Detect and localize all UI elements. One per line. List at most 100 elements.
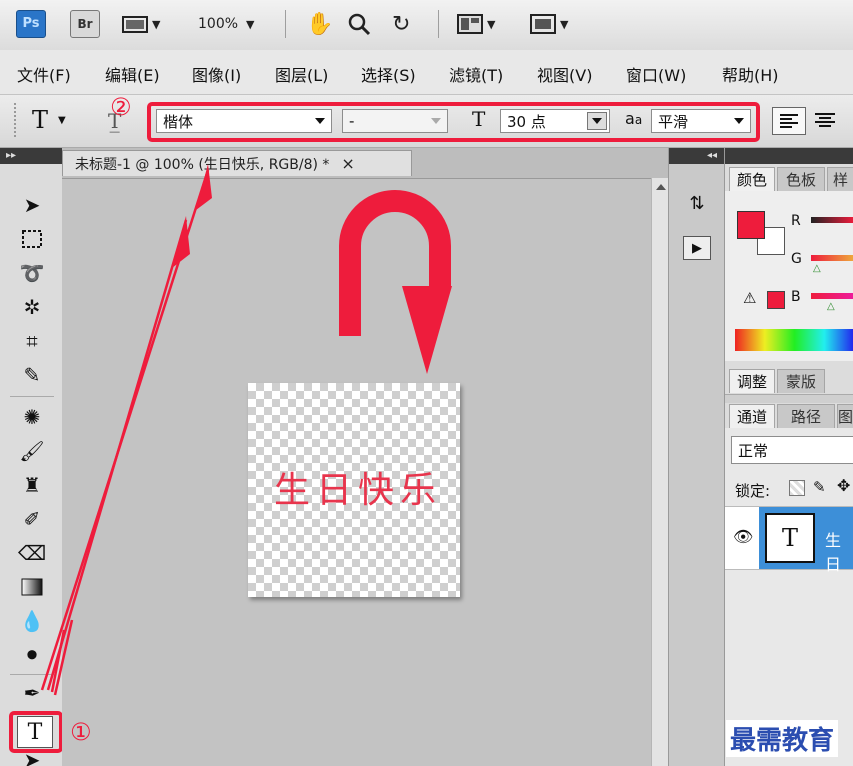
separator xyxy=(438,10,439,38)
photoshop-logo: Ps xyxy=(16,10,46,38)
antialias-glyph-sub: a xyxy=(634,113,643,127)
tab-color[interactable]: 颜色 xyxy=(729,167,775,191)
tool-preset-picker[interactable]: T ▼ xyxy=(32,103,66,137)
chevron-down-icon: ▼ xyxy=(487,17,496,31)
channel-b-label: B xyxy=(791,289,801,305)
antialias-icon: a a xyxy=(625,109,642,128)
chevron-down-icon: ▼ xyxy=(560,17,569,31)
zoom-level: 100% xyxy=(198,16,239,32)
play-icon: ▶ xyxy=(692,240,702,256)
antialias-dropdown[interactable]: 平滑 xyxy=(651,109,751,133)
path-selection-tool[interactable]: ➤ xyxy=(14,754,50,766)
menu-view[interactable]: 视图(V) xyxy=(537,62,592,86)
arrange-documents-button[interactable]: ▼ xyxy=(457,10,495,38)
antialias-value: 平滑 xyxy=(658,112,689,131)
transparent-canvas[interactable]: 生日快乐 xyxy=(248,383,460,597)
path-selection-icon: ➤ xyxy=(23,754,41,766)
gamut-warning-icon[interactable]: ⚠ xyxy=(743,289,756,307)
zoom-level-dropdown[interactable]: 100% ▼ xyxy=(198,10,255,38)
tab-channels[interactable]: 通道 xyxy=(729,404,775,428)
tab-swatches[interactable]: 色板 xyxy=(777,167,825,191)
film-icon xyxy=(122,16,148,33)
chevron-down-icon: ▼ xyxy=(246,17,255,31)
antialias-glyph: a xyxy=(625,109,635,128)
slider-thumb-icon[interactable]: △ xyxy=(827,301,835,312)
menu-filter[interactable]: 滤镜(T) xyxy=(449,62,503,86)
history-icon: ⇅ xyxy=(689,192,705,214)
menu-edit[interactable]: 编辑(E) xyxy=(105,62,160,86)
foreground-color-swatch[interactable] xyxy=(737,211,765,239)
screen-mode-icon xyxy=(530,14,556,34)
blend-mode-dropdown[interactable]: 正常 xyxy=(731,436,853,464)
lock-transparency-icon[interactable] xyxy=(789,480,805,496)
bar-grip[interactable] xyxy=(14,103,16,139)
panel-icon-strip: ◂◂ ⇅ ▶ xyxy=(668,148,725,766)
separator xyxy=(285,10,286,38)
channel-g-slider[interactable] xyxy=(811,255,853,261)
lock-position-icon[interactable]: ✥ xyxy=(837,476,850,495)
align-left-icon xyxy=(780,114,798,128)
panel-separator xyxy=(725,394,853,403)
scroll-up-icon[interactable] xyxy=(655,184,666,190)
channel-b-slider[interactable] xyxy=(811,293,853,299)
align-center-button[interactable] xyxy=(810,107,840,135)
font-style-value: - xyxy=(349,112,355,130)
vertical-scrollbar[interactable] xyxy=(651,178,669,766)
pointer-arrows-annotation xyxy=(40,164,212,696)
strip-collapse-header[interactable]: ◂◂ xyxy=(669,148,725,164)
color-spectrum-bar[interactable] xyxy=(735,329,853,351)
watermark-text: 最需教育 xyxy=(726,720,839,757)
tab-paths[interactable]: 路径 xyxy=(777,404,835,428)
chevron-down-icon: ▼ xyxy=(58,114,66,126)
eye-visibility-icon[interactable]: 👁 xyxy=(733,527,753,546)
slider-thumb-icon[interactable]: △ xyxy=(813,263,821,274)
panel-dock: 颜色 色板 样 R G △ ⚠ B △ 调整 蒙版 通道 路径 图 正常 锁定:… xyxy=(724,148,853,766)
menu-window[interactable]: 窗口(W) xyxy=(626,62,686,86)
arrange-icon xyxy=(457,14,483,34)
font-size-icon: T xyxy=(472,107,486,131)
chevron-down-icon: ▼ xyxy=(152,17,161,31)
screen-mode-button[interactable]: ▼ xyxy=(530,10,568,38)
view-extras-button[interactable]: ▼ xyxy=(122,10,160,38)
channel-r-label: R xyxy=(791,213,801,229)
canvas-text-layer[interactable]: 生日快乐 xyxy=(274,461,442,513)
layer-thumbnail[interactable]: T xyxy=(765,513,815,563)
magnifier-icon xyxy=(348,13,371,36)
menu-help[interactable]: 帮助(H) xyxy=(722,62,779,86)
rotate-view-button[interactable]: ↻ xyxy=(392,10,410,38)
panel-dock-header xyxy=(725,148,853,164)
history-panel-button[interactable]: ⇅ xyxy=(683,190,711,216)
close-tab-icon[interactable]: × xyxy=(341,154,354,173)
step-1-marker: ① xyxy=(70,718,92,746)
zoom-tool-button[interactable] xyxy=(347,10,371,38)
tab-layers[interactable]: 图 xyxy=(837,404,853,428)
hand-tool-button[interactable]: ✋ xyxy=(306,10,333,38)
channel-r-slider[interactable] xyxy=(811,217,853,223)
font-family-dropdown[interactable]: 楷体 xyxy=(156,109,332,133)
layers-panel: 正常 锁定: ✎ ✥ 👁 T 生日 xyxy=(725,428,853,766)
font-size-value: 30 点 xyxy=(507,112,546,131)
lock-pixels-icon[interactable]: ✎ xyxy=(813,478,826,496)
tab-masks[interactable]: 蒙版 xyxy=(777,369,825,393)
font-size-dropdown-button[interactable] xyxy=(587,112,607,130)
menu-file[interactable]: 文件(F) xyxy=(17,62,71,86)
step-2-marker: ② xyxy=(110,93,132,121)
font-size-dropdown[interactable]: 30 点 xyxy=(500,109,610,133)
type-tool-preset-icon: T xyxy=(32,106,49,134)
gamut-color-chip[interactable] xyxy=(767,291,785,309)
layer-row[interactable]: 👁 T 生日 xyxy=(725,506,853,574)
lock-label: 锁定: xyxy=(735,482,771,500)
tab-styles[interactable]: 样 xyxy=(827,167,853,191)
chevron-down-icon xyxy=(592,118,602,124)
actions-panel-button[interactable]: ▶ xyxy=(683,236,711,260)
chevron-down-icon xyxy=(315,118,325,124)
menu-layer[interactable]: 图层(L) xyxy=(275,62,328,86)
align-left-button[interactable] xyxy=(772,107,806,135)
channel-g-label: G xyxy=(791,251,802,267)
menu-select[interactable]: 选择(S) xyxy=(361,62,416,86)
layer-name[interactable]: 生日 xyxy=(825,527,853,575)
tab-adjustments[interactable]: 调整 xyxy=(729,369,775,393)
font-style-dropdown[interactable]: - xyxy=(342,109,448,133)
menu-image[interactable]: 图像(I) xyxy=(192,62,241,86)
bridge-button[interactable]: Br xyxy=(70,10,100,38)
